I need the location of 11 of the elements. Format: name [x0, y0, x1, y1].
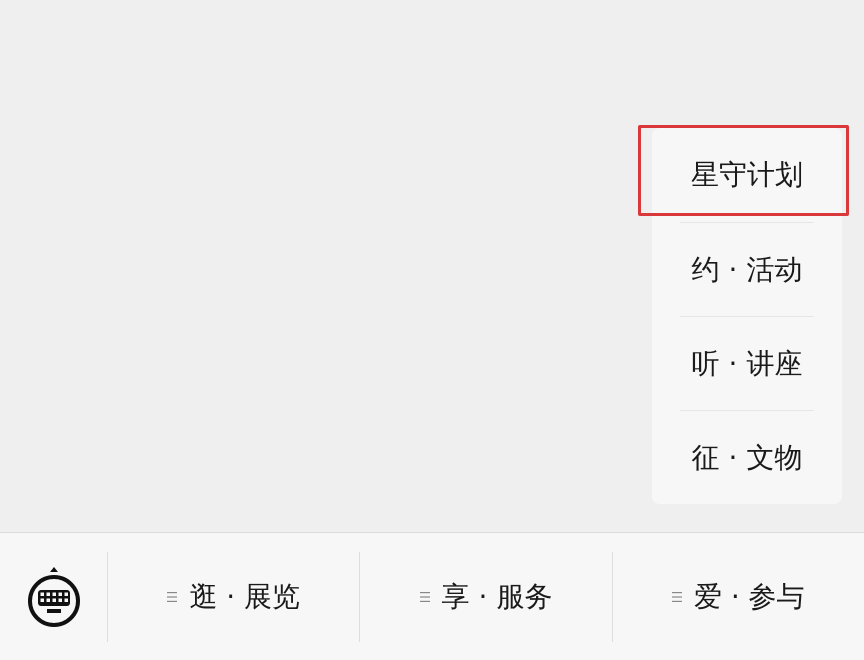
keyboard-icon[interactable] — [26, 566, 82, 628]
submenu-item[interactable]: 约 · 活动 — [692, 248, 802, 290]
submenu-item[interactable]: 征 · 文物 — [692, 436, 802, 478]
submenu-item[interactable]: 星守计划 — [691, 154, 803, 196]
menu-icon — [167, 590, 178, 602]
menu-icon — [420, 590, 430, 602]
menu-tab[interactable]: 爱 · 参与 — [672, 576, 805, 618]
menu-tab[interactable]: 享 · 服务 — [420, 576, 552, 618]
menu-tab[interactable]: 逛 · 展览 — [167, 576, 300, 618]
menu-icon — [672, 590, 682, 602]
submenu-item[interactable]: 听 · 讲座 — [692, 342, 802, 384]
